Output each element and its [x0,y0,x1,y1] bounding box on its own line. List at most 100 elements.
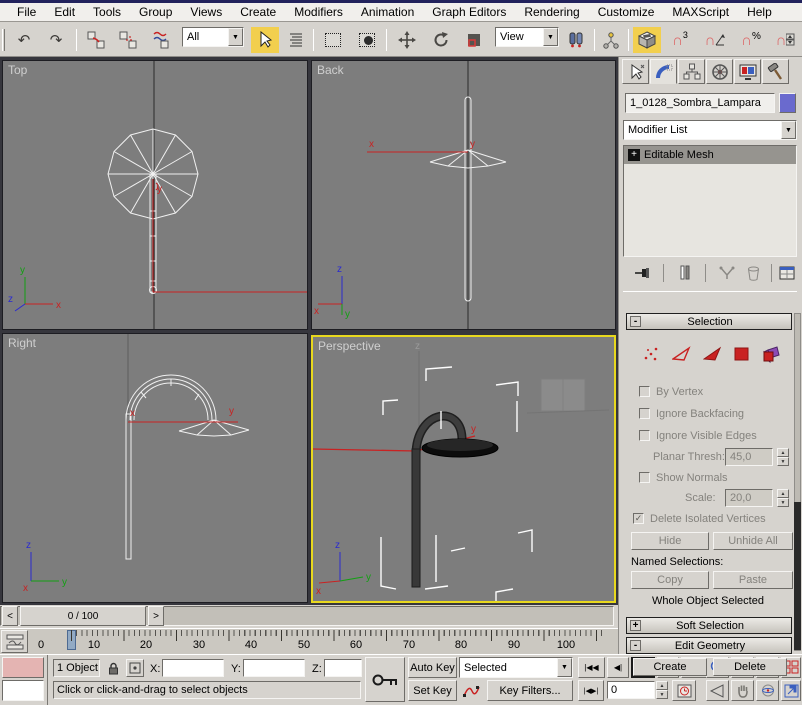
modifier-list-dropdown[interactable]: Modifier List ▼ [623,120,797,140]
unhide-all-button[interactable]: Unhide All [713,532,793,550]
ignore-backfacing-checkbox[interactable] [639,408,650,419]
element-subobject-button[interactable] [762,346,781,363]
select-and-move-button[interactable] [392,27,422,53]
tab-motion[interactable] [706,59,733,84]
angle-snap-toggle-button[interactable]: ∩ [699,27,731,53]
select-and-rotate-button[interactable] [426,27,456,53]
spin-up-icon[interactable]: ▲ [777,489,789,498]
viewport-right[interactable]: x y z y x Right [2,333,308,603]
go-to-start-button[interactable]: |◀◀ [578,657,605,678]
select-and-link-button[interactable] [82,27,110,53]
min-max-toggle-button[interactable] [781,680,801,701]
face-subobject-button[interactable] [703,346,722,362]
menu-modifiers[interactable]: Modifiers [285,5,352,19]
pan-button[interactable] [731,680,754,701]
menu-maxscript[interactable]: MAXScript [663,5,738,19]
delete-button[interactable]: Delete [713,658,787,676]
time-slider-handle[interactable]: 0 / 100 [20,606,146,626]
tab-hierarchy[interactable] [678,59,705,84]
spin-up-icon[interactable]: ▲ [656,681,668,690]
scale-input[interactable]: 20,0 [725,489,773,507]
reference-coordinate-dropdown[interactable]: View ▼ [495,27,559,47]
expand-icon[interactable]: + [630,620,641,631]
copy-button[interactable]: Copy [631,571,709,589]
y-coord-input[interactable] [243,659,305,677]
configure-modifier-sets-button[interactable] [775,262,799,284]
menu-animation[interactable]: Animation [352,5,423,19]
undo-button[interactable]: ↶ [10,27,38,53]
viewport-top[interactable]: y y x z Top [2,60,308,330]
paste-button[interactable]: Paste [713,571,793,589]
chevron-down-icon[interactable]: ▼ [543,28,558,46]
auto-key-button[interactable]: Auto Key [408,657,457,678]
rectangular-selection-region-button[interactable] [318,27,348,53]
remove-modifier-button[interactable] [741,262,765,284]
menu-rendering[interactable]: Rendering [515,5,588,19]
set-keys-button[interactable] [365,657,405,702]
absolute-offset-mode-toggle[interactable] [126,659,144,677]
spin-down-icon[interactable]: ▼ [656,690,668,699]
delete-isolated-checkbox[interactable]: ✓ [633,513,644,524]
tab-display[interactable] [734,59,761,84]
menu-group[interactable]: Group [130,5,181,19]
planar-thresh-spinner[interactable]: ▲ ▼ [777,448,789,466]
chevron-down-icon[interactable]: ▼ [557,658,572,677]
select-and-scale-button[interactable] [460,27,488,53]
make-unique-button[interactable] [715,262,739,284]
bind-to-space-warp-button[interactable] [146,27,176,53]
modifier-stack[interactable]: + Editable Mesh [623,145,797,257]
selection-filter-dropdown[interactable]: All ▼ [182,27,244,47]
key-filters-button[interactable]: Key Filters... [487,680,573,701]
chevron-down-icon[interactable]: ▼ [781,121,796,139]
object-name-field[interactable]: 1_0128_Sombra_Lampara [625,93,775,113]
mini-curve-editor-button[interactable] [1,630,28,653]
redo-button[interactable]: ↷ [42,27,70,53]
panel-scrollbar-thumb[interactable] [794,502,801,650]
percent-snap-toggle-button[interactable]: ∩ % [735,27,767,53]
spin-down-icon[interactable]: ▼ [777,498,789,507]
edge-subobject-button[interactable] [672,346,691,362]
menu-create[interactable]: Create [231,5,285,19]
pin-stack-button[interactable] [631,262,655,284]
scale-spinner[interactable]: ▲ ▼ [777,489,789,507]
chevron-down-icon[interactable]: ▼ [228,28,243,46]
spin-up-icon[interactable]: ▲ [777,448,789,457]
key-filter-selection-dropdown[interactable]: Selected ▼ [459,657,573,678]
viewport-back[interactable]: x y z x y Back [311,60,616,330]
key-mode-toggle-button[interactable]: |◀▶| [578,680,604,701]
default-tangent-button[interactable] [459,680,483,701]
frame-spinner[interactable]: ▲ ▼ [656,681,668,699]
ignore-visible-edges-checkbox[interactable] [639,430,650,441]
current-frame-input[interactable]: 0 [607,681,655,699]
arc-rotate-button[interactable] [756,680,779,701]
spinner-snap-toggle-button[interactable]: ∩ [771,27,800,53]
menu-file[interactable]: File [8,5,45,19]
menu-help[interactable]: Help [738,5,781,19]
collapse-icon[interactable]: - [630,316,641,327]
tab-utilities[interactable] [762,59,789,84]
edit-geometry-rollout-header[interactable]: - Edit Geometry [626,637,792,654]
toolbar-drag-handle[interactable] [2,29,5,51]
menu-graph-editors[interactable]: Graph Editors [423,5,515,19]
use-pivot-point-button[interactable] [563,27,589,53]
z-coord-input[interactable] [324,659,362,677]
show-normals-checkbox[interactable] [639,472,650,483]
maxscript-listener-input[interactable] [2,680,44,701]
object-color-swatch[interactable] [779,93,796,113]
tab-modify[interactable] [650,59,677,84]
select-by-name-button[interactable] [283,27,309,53]
menu-views[interactable]: Views [181,5,231,19]
expand-icon[interactable]: + [628,149,640,161]
track-bar-ruler[interactable]: 0 10 20 30 40 50 60 70 80 90 100 [30,629,618,655]
select-object-button[interactable] [251,27,279,53]
spin-down-icon[interactable]: ▼ [777,457,789,466]
snap-3d-toggle-button[interactable]: ∩ 3 [665,27,695,53]
vertex-subobject-button[interactable] [643,346,660,363]
snaps-toggle-button[interactable] [633,27,661,53]
viewport-perspective[interactable]: z y [311,335,616,603]
menu-tools[interactable]: Tools [84,5,130,19]
time-configuration-button[interactable] [672,680,696,701]
collapse-icon[interactable]: - [630,640,641,651]
show-end-result-button[interactable] [673,262,697,284]
x-coord-input[interactable] [162,659,224,677]
